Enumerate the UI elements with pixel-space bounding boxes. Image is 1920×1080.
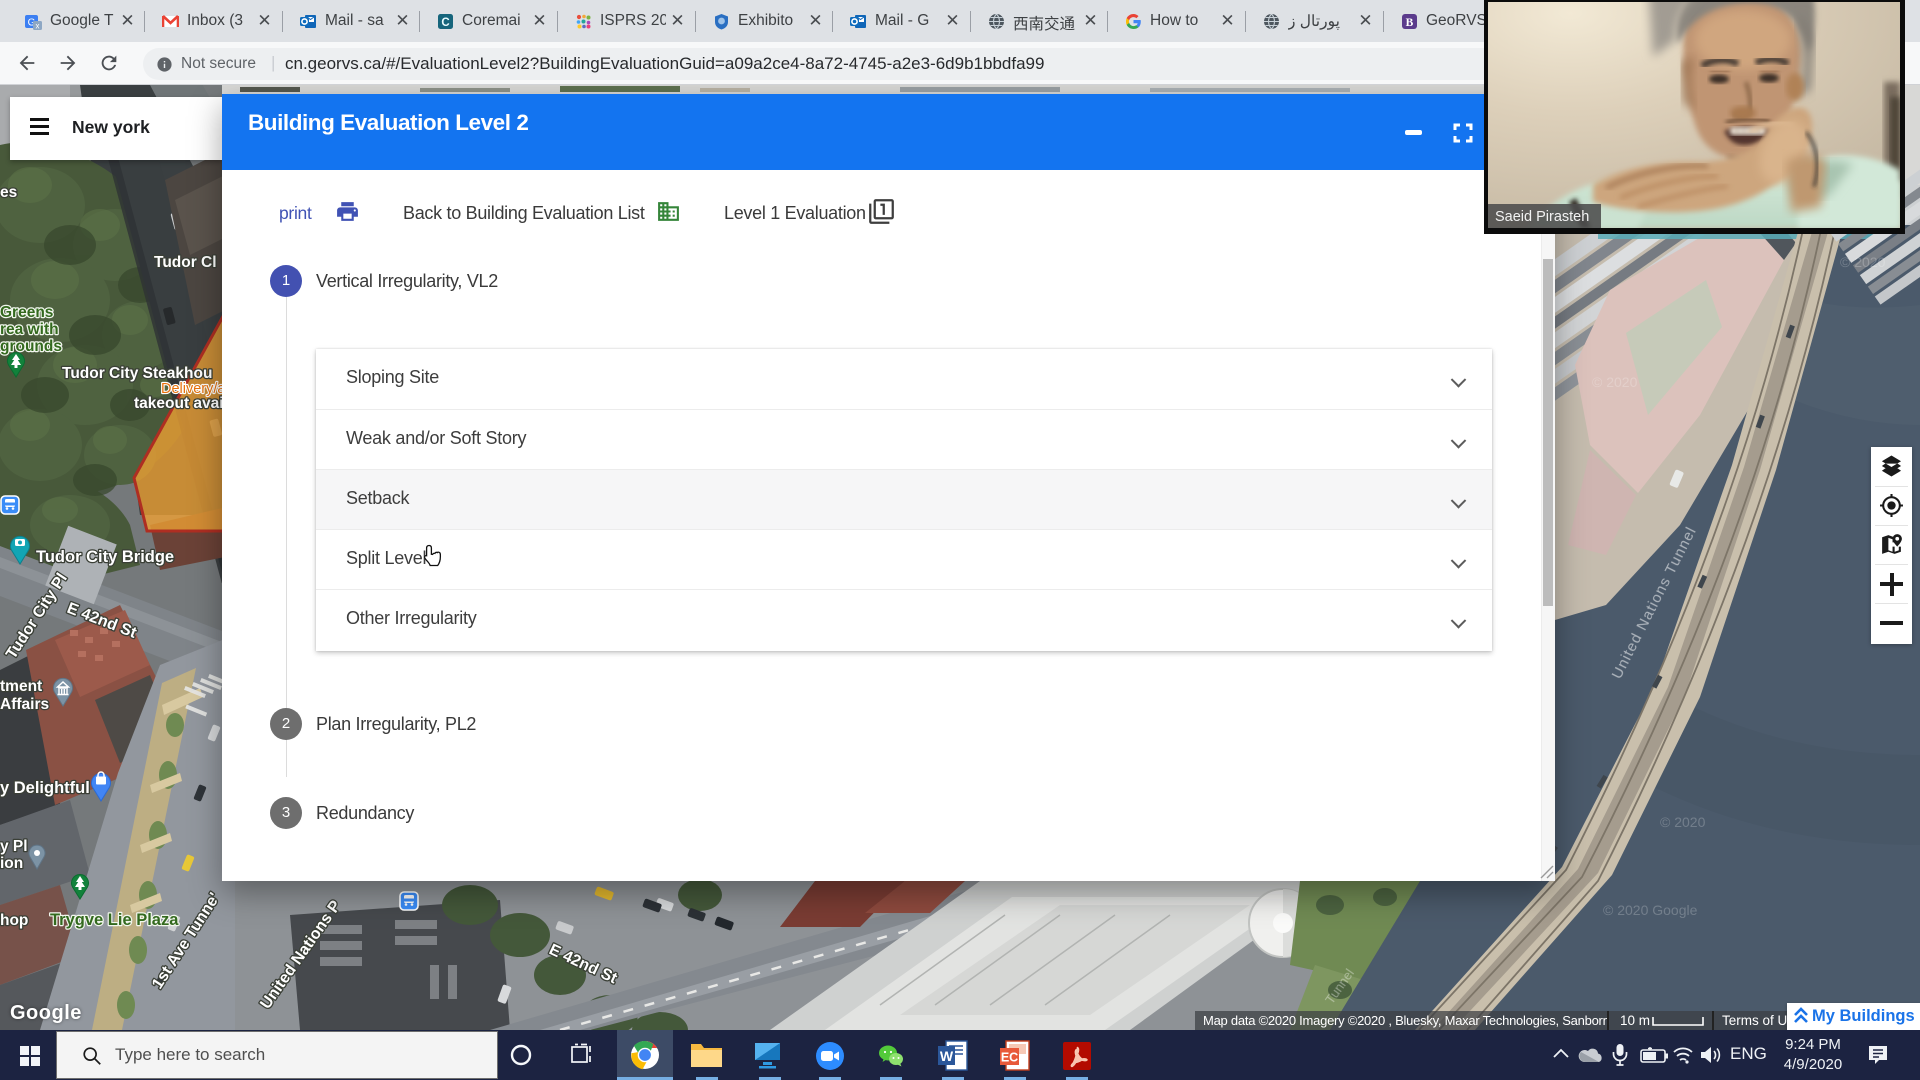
svg-text:© 2020: © 2020 (1660, 814, 1706, 830)
svg-text:© 2020: © 2020 (1592, 374, 1638, 390)
svg-text:Delivery/a: Delivery/a (161, 381, 226, 397)
svg-text:x: x (36, 22, 40, 31)
svg-text:Tudor Cl: Tudor Cl (154, 254, 217, 271)
svg-text:© 2020: © 2020 (1840, 254, 1886, 270)
svg-text:grounds: grounds (0, 338, 62, 355)
svg-text:© 2020 Google: © 2020 Google (1603, 902, 1698, 918)
svg-text:rea with: rea with (0, 321, 59, 338)
svg-text:Greens: Greens (0, 304, 53, 321)
svg-text:B: B (1406, 17, 1414, 29)
svg-text:Saeid Pirasteh: Saeid Pirasteh (1495, 209, 1589, 225)
svg-text:Trygve Lie Plaza: Trygve Lie Plaza (50, 911, 179, 929)
svg-text:y Delightful: y Delightful (0, 779, 90, 797)
svg-text:es: es (0, 184, 17, 201)
svg-text:EC: EC (1001, 1051, 1018, 1065)
svg-text:Tudor City Bridge: Tudor City Bridge (36, 548, 174, 566)
svg-text:C: C (441, 17, 449, 29)
svg-text:hop: hop (0, 912, 28, 929)
svg-text:ion: ion (0, 855, 23, 872)
svg-text:y Pl: y Pl (0, 838, 28, 855)
svg-text:W: W (940, 1048, 954, 1064)
svg-text:Tudor City Steakhou: Tudor City Steakhou (62, 365, 212, 382)
svg-text:tment: tment (0, 678, 42, 695)
svg-text:Affairs: Affairs (0, 696, 49, 713)
